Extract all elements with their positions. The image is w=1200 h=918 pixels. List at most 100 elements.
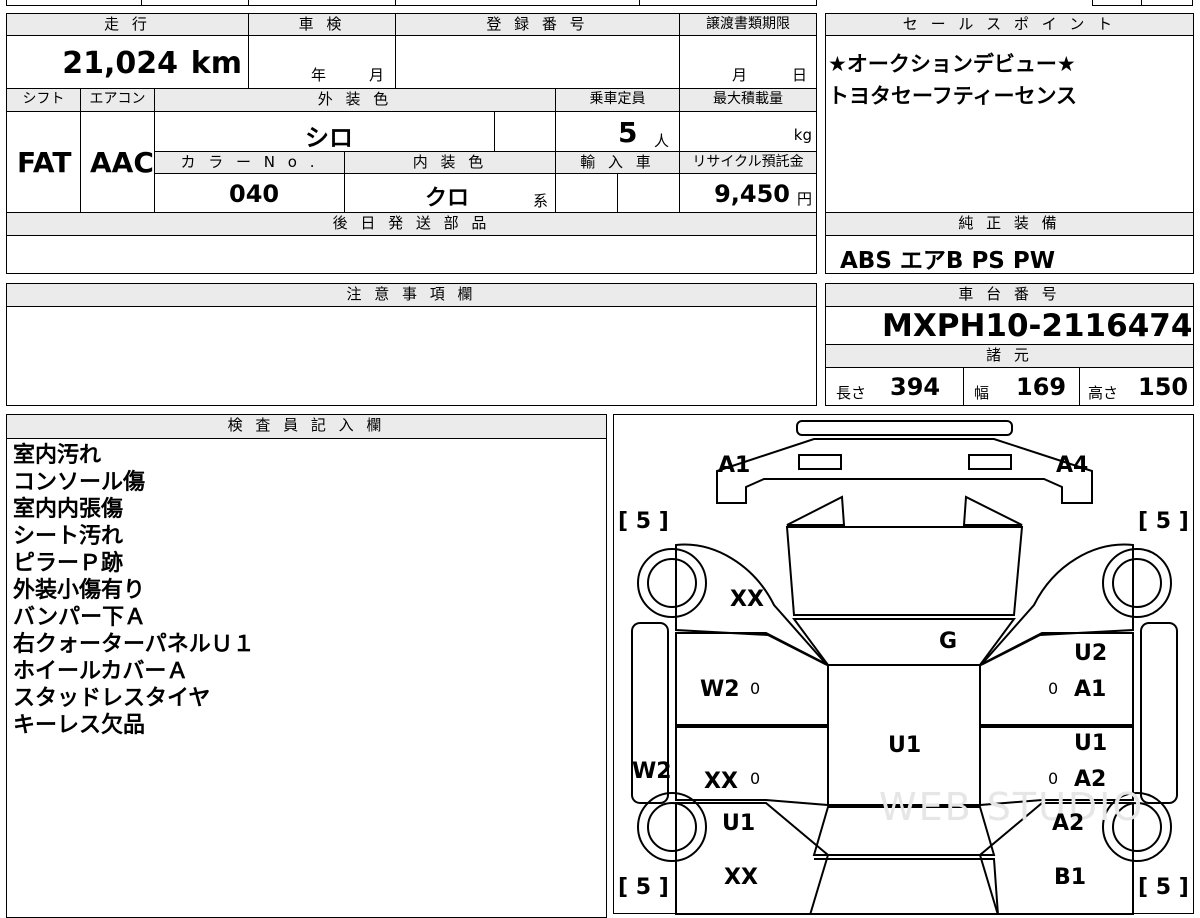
color-no-header: カ ラ ー N o . bbox=[154, 151, 345, 174]
chassis-cell: MXPH10-2116474 bbox=[825, 306, 1194, 345]
mark-front-right: A4 bbox=[1056, 453, 1089, 478]
mileage-cell: 21,024 km bbox=[6, 35, 249, 89]
mark-left-side-sill: W2 bbox=[632, 759, 672, 784]
capacity-cell: 5 人 bbox=[555, 111, 680, 152]
mark-rear-right: B1 bbox=[1054, 865, 1087, 890]
mark-right-rear-fender: A2 bbox=[1052, 811, 1085, 836]
inspector-note: ホイールカバーＡ bbox=[13, 659, 189, 684]
mark-left-front-door: W2 bbox=[700, 677, 740, 702]
recycle-header: リサイクル預託金 bbox=[679, 151, 817, 174]
mileage-unit: km bbox=[190, 46, 242, 81]
recycle-cell: 9,450 円 bbox=[679, 173, 817, 213]
interior-color-suffix: 系 bbox=[533, 192, 549, 210]
mark-right-front-door: A1 bbox=[1074, 677, 1107, 702]
import-cell-left bbox=[555, 173, 618, 213]
interior-color-value: クロ bbox=[425, 186, 470, 211]
inspection-header: 車 検 bbox=[248, 13, 396, 36]
registration-cell bbox=[395, 35, 680, 89]
inspector-note: 外装小傷有り bbox=[13, 578, 146, 603]
ac-cell: AAC bbox=[80, 111, 155, 213]
maxload-cell: kg bbox=[679, 111, 817, 152]
transfer-day: 日 bbox=[792, 66, 808, 84]
tire-value-rear-right: 5 bbox=[1155, 875, 1172, 900]
top-strip-cell-2 bbox=[141, 0, 249, 6]
top-strip-cell-3 bbox=[248, 0, 396, 6]
capacity-value: 5 bbox=[618, 116, 638, 149]
specs-width-value: 169 bbox=[1016, 373, 1067, 401]
maxload-unit: kg bbox=[793, 126, 812, 144]
mileage-header: 走 行 bbox=[6, 13, 249, 36]
tire-bracket-rear-left: [ 5 ] bbox=[618, 875, 669, 900]
transfer-month: 月 bbox=[732, 66, 748, 84]
capacity-unit: 人 bbox=[654, 132, 670, 150]
sales-point-line-1: ★オークションデビュー★ bbox=[828, 52, 1076, 76]
mark-roof: U1 bbox=[888, 733, 922, 758]
exterior-color-extra bbox=[494, 111, 556, 152]
specs-header: 諸 元 bbox=[825, 344, 1194, 368]
specs-height-cell: 高さ 150 bbox=[1079, 367, 1194, 406]
inspector-note: 室内内張傷 bbox=[13, 497, 124, 522]
mark-right-front-door-top: U2 bbox=[1074, 641, 1108, 666]
specs-height-label: 高さ bbox=[1088, 384, 1119, 402]
exterior-color-cell: シロ bbox=[154, 111, 495, 152]
mark-left-rear-fender: U1 bbox=[722, 811, 756, 836]
equipment-value: ABS エアB PS PW bbox=[840, 248, 1056, 274]
equipment-cell: ABS エアB PS PW bbox=[825, 235, 1194, 274]
transfer-header: 譲渡書類期限 bbox=[679, 13, 817, 36]
color-no-value: 040 bbox=[229, 180, 280, 208]
inspector-note: シート汚れ bbox=[13, 524, 124, 549]
specs-width-label: 幅 bbox=[974, 384, 990, 402]
recycle-unit: 円 bbox=[796, 190, 812, 208]
notes-cell bbox=[6, 306, 817, 406]
zero-mark-left-front: 0 bbox=[750, 679, 761, 698]
top-strip-cell-7 bbox=[1141, 0, 1193, 6]
specs-length-value: 394 bbox=[890, 373, 941, 401]
car-diagram: WEB STUDIO A1 A4 XX G U2 A1 W2 U1 W2 XX … bbox=[613, 414, 1194, 915]
exterior-color-value: シロ bbox=[305, 124, 353, 152]
sales-points-cell: ★オークションデビュー★ トヨタセーフティーセンス bbox=[825, 35, 1194, 213]
shift-value: FAT bbox=[17, 146, 72, 179]
tire-bracket-front-left: [ 5 ] bbox=[618, 509, 669, 534]
mark-right-rear-door: A2 bbox=[1074, 767, 1107, 792]
tire-value-front-left: 5 bbox=[635, 509, 652, 534]
chassis-value: MXPH10-2116474 bbox=[882, 308, 1193, 344]
top-strip-cell-1 bbox=[6, 0, 142, 6]
mark-left-rear-door: XX bbox=[704, 769, 738, 794]
inspector-note: 室内汚れ bbox=[13, 443, 102, 468]
specs-width-cell: 幅 169 bbox=[963, 367, 1080, 406]
mark-right-rear-door-top: U1 bbox=[1074, 731, 1108, 756]
inspector-note: キーレス欠品 bbox=[13, 713, 146, 738]
chassis-header: 車 台 番 号 bbox=[825, 283, 1194, 307]
color-no-cell: 040 bbox=[154, 173, 345, 213]
capacity-header: 乗車定員 bbox=[555, 88, 680, 112]
mark-front-left: A1 bbox=[718, 453, 751, 478]
later-parts-header: 後 日 発 送 部 品 bbox=[6, 212, 817, 236]
inspector-note: コンソール傷 bbox=[13, 470, 146, 495]
sales-points-header: セ ー ル ス ポ イ ン ト bbox=[825, 13, 1194, 36]
shift-header: シフト bbox=[6, 88, 81, 112]
interior-color-header: 内 装 色 bbox=[344, 151, 556, 174]
mileage-value: 21,024 bbox=[62, 46, 178, 81]
transfer-cell: 月 日 bbox=[679, 35, 817, 89]
inspector-note: 右クォーターパネルＵ１ bbox=[13, 632, 255, 657]
mark-rear-left: XX bbox=[724, 865, 758, 890]
interior-color-cell: クロ 系 bbox=[344, 173, 556, 213]
top-strip-cell-6 bbox=[1092, 0, 1142, 6]
import-header: 輸 入 車 bbox=[555, 151, 680, 174]
mark-hood: G bbox=[939, 629, 958, 654]
top-strip-cell-4 bbox=[395, 0, 640, 6]
ac-value: AAC bbox=[90, 146, 154, 179]
inspector-header: 検 査 員 記 入 欄 bbox=[6, 414, 607, 439]
inspector-notes-list: 室内汚れ コンソール傷 室内内張傷 シート汚れ ピラーＰ跡 外装小傷有り バンパー下Ａ 右クォ… bbox=[13, 442, 255, 739]
sales-point-line-2: トヨタセーフティーセンス bbox=[828, 84, 1078, 108]
inspector-cell: 室内汚れ コンソール傷 室内内張傷 シート汚れ ピラーＰ跡 外装小傷有り バンパー下Ａ 右クォ… bbox=[6, 438, 607, 918]
import-cell-right bbox=[617, 173, 680, 213]
zero-mark-right-rear: 0 bbox=[1048, 769, 1059, 788]
inspector-note: バンパー下Ａ bbox=[13, 605, 147, 630]
tire-bracket-rear-right: [ 5 ] bbox=[1138, 875, 1189, 900]
inspection-month: 月 bbox=[369, 66, 385, 84]
maxload-header: 最大積載量 bbox=[679, 88, 817, 112]
equipment-header: 純 正 装 備 bbox=[825, 212, 1194, 236]
inspector-note: ピラーＰ跡 bbox=[13, 551, 124, 576]
top-strip-cell-5 bbox=[639, 0, 817, 6]
